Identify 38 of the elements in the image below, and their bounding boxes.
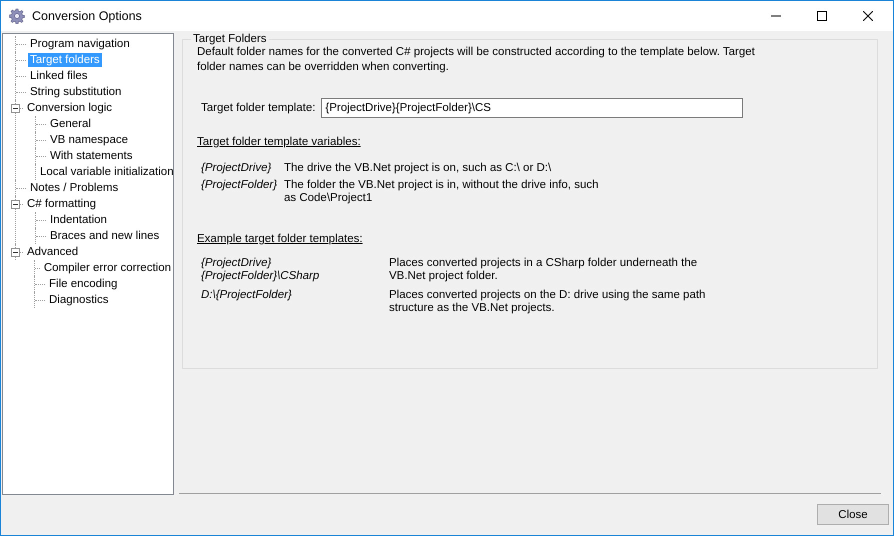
example-description: Places converted projects on the D: drive using the same path structure as the VB.Net projects.	[389, 289, 706, 315]
field-label: Target folder template:	[201, 102, 316, 114]
tree-item[interactable]: With statements	[48, 149, 134, 163]
section-heading: Target folder template variables:	[197, 136, 362, 148]
tree-item[interactable]: Linked files	[28, 69, 90, 83]
close-icon[interactable]	[863, 11, 873, 21]
variable-description: The drive the VB.Net project is on, such as C:\ or D:\	[284, 162, 552, 175]
tree-item[interactable]: Advanced	[25, 245, 80, 259]
section-heading: Example target folder templates:	[197, 233, 364, 245]
group-title: Target Folders	[192, 33, 268, 45]
collapse-icon[interactable]	[11, 200, 20, 208]
close-button[interactable]: Close	[817, 504, 889, 525]
example-template: D:\{ProjectFolder}	[201, 289, 293, 303]
maximize-icon[interactable]	[817, 11, 827, 21]
tree-item[interactable]: Indentation	[48, 213, 109, 227]
window-title: Conversion Options	[32, 9, 142, 23]
variable-name: {ProjectDrive}	[201, 162, 272, 175]
tree-item[interactable]: Conversion logic	[25, 101, 114, 115]
tree-item[interactable]: Notes / Problems	[28, 181, 120, 195]
tree-item[interactable]: General	[48, 117, 93, 131]
description-text: Default folder names for the converted C# projects will be constructed according to the template below. Target folder names can be overridden when converting.	[197, 45, 756, 75]
collapse-icon[interactable]	[11, 248, 20, 256]
tree-item[interactable]: String substitution	[28, 85, 124, 99]
example-template: {ProjectDrive}{ProjectFolder}\CSharp	[201, 257, 320, 283]
tree-item[interactable]: File encoding	[47, 277, 120, 291]
tree-item[interactable]: Compiler error correction	[42, 261, 173, 275]
tree-item[interactable]: Braces and new lines	[48, 229, 162, 243]
variable-name: {ProjectFolder}	[201, 179, 278, 193]
tree-item[interactable]: Diagnostics	[47, 293, 110, 307]
template-field[interactable]: {ProjectDrive}{ProjectFolder}\CS	[321, 98, 744, 118]
gear-icon	[9, 8, 25, 24]
collapse-icon[interactable]	[11, 104, 20, 112]
tree-item[interactable]: Local variable initialization	[38, 165, 176, 179]
example-description: Places converted projects in a CSharp folder underneath the VB.Net project folder.	[389, 257, 698, 283]
tree-item[interactable]: VB namespace	[48, 133, 130, 147]
tree-item[interactable]: Program navigation	[28, 37, 132, 51]
variable-description: The folder the VB.Net project is in, without the drive info, such as Code\Project1	[284, 179, 600, 205]
tree-item[interactable]: C# formatting	[25, 197, 98, 211]
